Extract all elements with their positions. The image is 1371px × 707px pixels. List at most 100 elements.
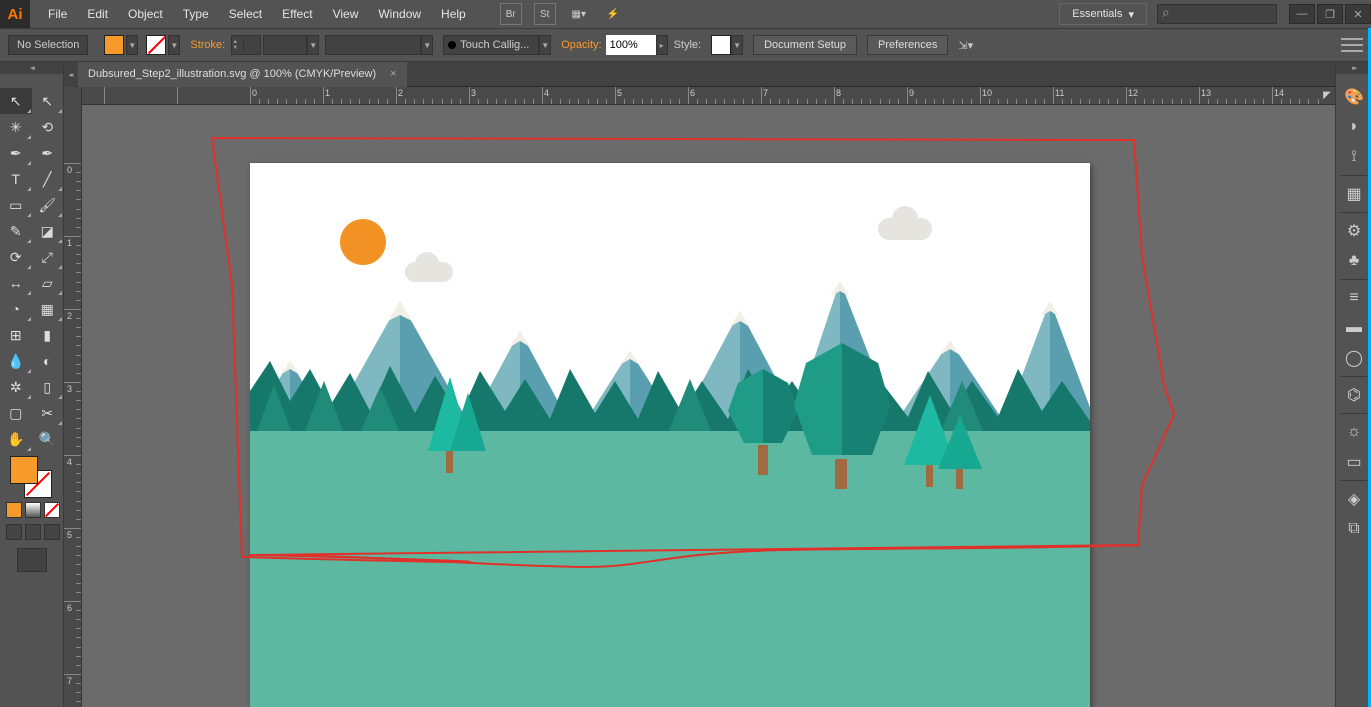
color-mode-none[interactable] (44, 502, 60, 518)
opacity-dropdown-arrow[interactable]: ▸ (656, 35, 668, 55)
menu-object[interactable]: Object (118, 0, 173, 28)
stroke-type-dropdown[interactable] (263, 35, 307, 55)
blend-tool[interactable]: ◐ (32, 348, 64, 374)
maximize-button[interactable]: ❐ (1317, 4, 1343, 24)
canvas[interactable] (82, 105, 1335, 707)
menu-window[interactable]: Window (368, 0, 431, 28)
align-panel-icon[interactable]: ≡ (1336, 283, 1371, 313)
cc-libraries-icon[interactable]: ⌬ (1336, 380, 1371, 410)
horizontal-ruler[interactable]: 01234567891011121314 (82, 87, 1335, 105)
draw-inside[interactable] (44, 524, 60, 540)
stroke-swatch[interactable] (146, 35, 166, 55)
width-tool[interactable]: ↔ (0, 270, 32, 296)
symbols-panel-icon[interactable]: ♣ (1336, 246, 1371, 276)
fill-swatch[interactable] (104, 35, 124, 55)
align-icon[interactable]: ⇲▾ (958, 39, 973, 52)
menu-edit[interactable]: Edit (77, 0, 118, 28)
scale-tool[interactable]: ⤢ (32, 244, 64, 270)
magic-wand-tool[interactable]: ✳ (0, 114, 32, 140)
hand-tool[interactable]: ✋ (0, 426, 32, 452)
var-width-arrow[interactable]: ▼ (421, 35, 433, 55)
var-width-profile[interactable] (325, 35, 421, 55)
screen-mode-button[interactable] (17, 548, 47, 572)
brush-dropdown-arrow[interactable]: ▼ (539, 35, 551, 55)
tools-collapse-handle[interactable] (0, 62, 63, 74)
free-transform-tool[interactable]: ▱ (32, 270, 64, 296)
zoom-tool[interactable]: 🔍 (32, 426, 64, 452)
close-tab-icon[interactable]: × (390, 68, 396, 80)
bridge-icon[interactable]: Br (500, 3, 522, 25)
menu-help[interactable]: Help (431, 0, 476, 28)
style-dropdown-arrow[interactable]: ▼ (731, 35, 743, 55)
slice-tool[interactable]: ✂ (32, 400, 64, 426)
graphic-style-swatch[interactable] (711, 35, 731, 55)
color-mode-solid[interactable] (6, 502, 22, 518)
draw-behind[interactable] (25, 524, 41, 540)
fill-box[interactable] (10, 456, 38, 484)
graphic-styles-icon[interactable]: ☼ (1336, 417, 1371, 447)
stroke-type-dropdown-arrow[interactable]: ▼ (307, 35, 319, 55)
symbol-sprayer-tool[interactable]: ✲ (0, 374, 32, 400)
transform-panel-icon[interactable]: ▬ (1336, 313, 1371, 343)
layers-panel-icon[interactable]: ◈ (1336, 484, 1371, 514)
stroke-panel-icon[interactable]: ▦ (1336, 179, 1371, 209)
paintbrush-tool[interactable]: 🖌 (32, 192, 64, 218)
document-setup-button[interactable]: Document Setup (753, 35, 857, 55)
search-input[interactable] (1157, 4, 1277, 24)
style-label: Style: (674, 39, 702, 51)
rotate-tool[interactable]: ⟳ (0, 244, 32, 270)
type-tool[interactable]: T (0, 166, 32, 192)
column-graph-tool[interactable]: ▯ (32, 374, 64, 400)
pen-tool[interactable]: ✒ (0, 140, 32, 166)
appearance-panel-icon[interactable]: ◯ (1336, 343, 1371, 373)
opacity-input[interactable]: 100% (606, 35, 656, 55)
menu-view[interactable]: View (323, 0, 369, 28)
gradient-tool[interactable]: ▮ (32, 322, 64, 348)
color-mode-gradient[interactable] (25, 502, 41, 518)
menu-file[interactable]: File (38, 0, 77, 28)
stock-icon[interactable]: St (534, 3, 556, 25)
control-bar-menu-icon[interactable] (1341, 38, 1363, 52)
document-tab[interactable]: Dubsured_Step2_illustration.svg @ 100% (… (78, 62, 407, 87)
menu-effect[interactable]: Effect (272, 0, 322, 28)
menu-type[interactable]: Type (173, 0, 219, 28)
pathfinder-icon[interactable]: ▭ (1336, 447, 1371, 477)
gpu-icon[interactable]: ⚡ (602, 3, 624, 25)
rpanel-collapse-handle[interactable] (1336, 62, 1371, 74)
line-segment-tool[interactable]: ╱ (32, 166, 64, 192)
vertical-ruler[interactable]: 01234567 (64, 87, 82, 707)
color-panel-icon[interactable]: 🎨 (1336, 82, 1371, 112)
pencil-tool[interactable]: ✎ (0, 218, 32, 244)
eraser-tool[interactable]: ◪ (32, 218, 64, 244)
rectangle-tool[interactable]: ▭ (0, 192, 32, 218)
draw-normal[interactable] (6, 524, 22, 540)
shape-builder-tool[interactable]: ◔ (0, 296, 32, 322)
swatches-panel-icon[interactable]: ⟟ (1336, 142, 1371, 172)
artboard-tool[interactable]: ▢ (0, 400, 32, 426)
artboards-panel-icon[interactable]: ⧉ (1336, 514, 1371, 544)
brushes-panel-icon[interactable]: ⚙ (1336, 216, 1371, 246)
fill-dropdown[interactable]: ▼ (126, 35, 138, 55)
direct-selection-tool[interactable]: ↖ (32, 88, 64, 114)
art-tree-top-5 (938, 415, 982, 469)
close-button[interactable]: ✕ (1345, 4, 1371, 24)
eyedropper-tool[interactable]: 💧 (0, 348, 32, 374)
workspace-switcher[interactable]: Essentials ▾ (1059, 3, 1147, 25)
window-controls: — ❐ ✕ (1287, 4, 1371, 24)
minimize-button[interactable]: — (1289, 4, 1315, 24)
menu-select[interactable]: Select (219, 0, 272, 28)
fill-stroke-indicator[interactable] (10, 456, 52, 498)
scroll-origin-arrow[interactable]: ◤ (1319, 87, 1335, 105)
color-guide-icon[interactable]: ◗ (1336, 112, 1371, 142)
stroke-dropdown[interactable]: ▼ (168, 35, 180, 55)
mesh-tool[interactable]: ⊞ (0, 322, 32, 348)
tabbar-collapse-handle[interactable] (64, 62, 76, 87)
lasso-tool[interactable]: ⟲ (32, 114, 64, 140)
stroke-weight-input[interactable]: ▲▼ (231, 35, 261, 55)
brush-definition[interactable]: Touch Callig... (443, 35, 539, 55)
perspective-grid-tool[interactable]: ▦ (32, 296, 64, 322)
selection-tool[interactable]: ↖ (0, 88, 32, 114)
curvature-tool[interactable]: ✒ (32, 140, 64, 166)
arrange-docs-icon[interactable]: ▦▾ (568, 3, 590, 25)
preferences-button[interactable]: Preferences (867, 35, 948, 55)
